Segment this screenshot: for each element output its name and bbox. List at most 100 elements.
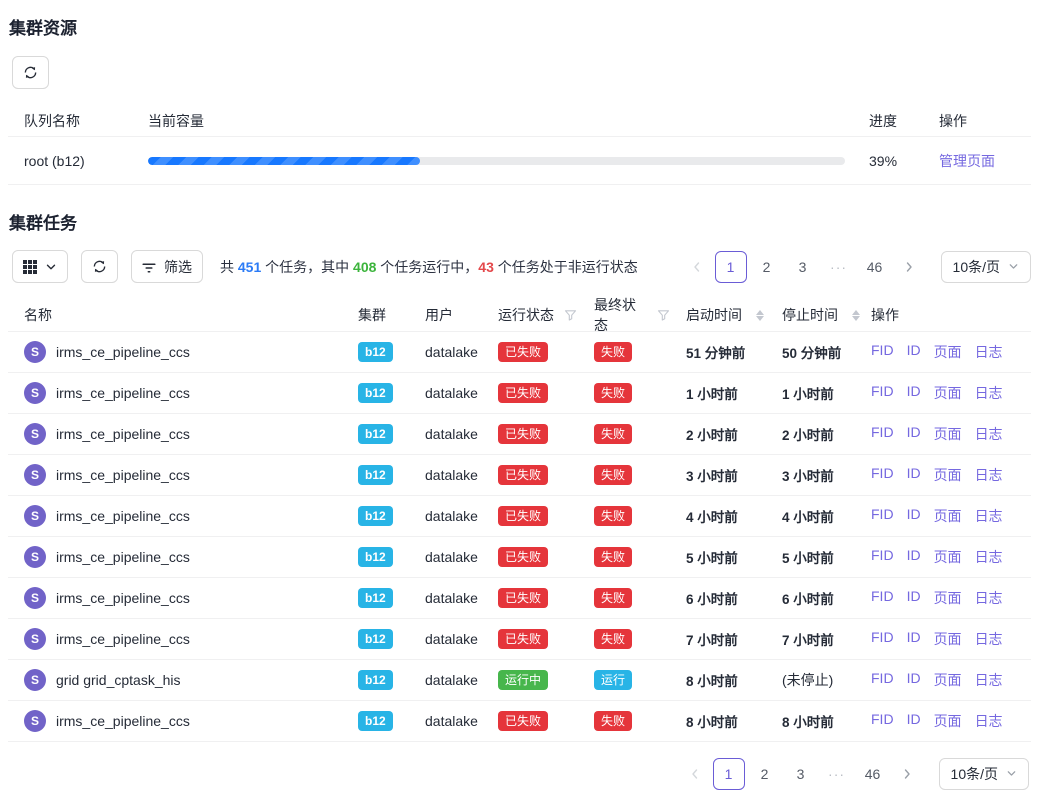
op-link-id[interactable]: ID [907, 670, 921, 690]
task-name: irms_ce_pipeline_ccs [56, 631, 190, 647]
op-link-log[interactable]: 日志 [975, 465, 1003, 485]
pagination-pages: 123···46 [713, 758, 889, 790]
running-count: 408 [353, 259, 376, 275]
op-link-id[interactable]: ID [907, 424, 921, 444]
page-size-select[interactable]: 10条/页 [941, 251, 1031, 283]
chevron-left-icon[interactable] [683, 252, 711, 282]
filter-button[interactable]: 筛选 [131, 250, 203, 283]
pagination-page-2[interactable]: 2 [749, 758, 781, 790]
op-link-fid[interactable]: FID [871, 588, 894, 608]
final-status-tag: 失败 [594, 424, 632, 444]
op-link-page[interactable]: 页面 [934, 629, 962, 649]
op-link-fid[interactable]: FID [871, 629, 894, 649]
col-final-status: 最终状态 [594, 295, 647, 335]
op-link-fid[interactable]: FID [871, 547, 894, 567]
pagination-page-3[interactable]: 3 [787, 251, 819, 283]
op-link-id[interactable]: ID [907, 547, 921, 567]
task-ops: FID ID 页面日志 [863, 342, 1031, 362]
sorter-icon[interactable] [756, 310, 764, 321]
tasks-table: 名称 集群 用户 运行状态 最终状态 启动时间 [8, 295, 1031, 742]
avatar: S [24, 628, 46, 650]
start-time: 5 小时前 [670, 547, 766, 567]
op-link-log[interactable]: 日志 [975, 342, 1003, 362]
task-ops: FID ID 页面日志 [863, 383, 1031, 403]
op-link-log[interactable]: 日志 [975, 506, 1003, 526]
op-link-page[interactable]: 页面 [934, 342, 962, 362]
start-time: 3 小时前 [670, 465, 766, 485]
op-link-fid[interactable]: FID [871, 465, 894, 485]
pagination-page-3[interactable]: 3 [785, 758, 817, 790]
funnel-icon[interactable] [657, 309, 670, 322]
op-link-id[interactable]: ID [907, 383, 921, 403]
cluster-tag: b12 [358, 588, 393, 608]
op-link-page[interactable]: 页面 [934, 506, 962, 526]
op-link-fid[interactable]: FID [871, 383, 894, 403]
op-link-page[interactable]: 页面 [934, 670, 962, 690]
avatar: S [24, 505, 46, 527]
table-row: S irms_ce_pipeline_ccs b12 datalake 已失败 … [8, 496, 1031, 537]
pagination: 123···46 10条/页 [681, 758, 1029, 790]
column-settings-button[interactable] [12, 250, 68, 283]
manage-page-link[interactable]: 管理页面 [939, 153, 995, 169]
op-link-fid[interactable]: FID [871, 506, 894, 526]
op-link-fid[interactable]: FID [871, 670, 894, 690]
op-link-fid[interactable]: FID [871, 711, 894, 731]
cluster-tag: b12 [358, 506, 393, 526]
task-ops: FID ID 页面日志 [863, 547, 1031, 567]
op-link-log[interactable]: 日志 [975, 383, 1003, 403]
chevron-right-icon[interactable] [895, 252, 923, 282]
task-user: datalake [409, 385, 482, 401]
op-link-page[interactable]: 页面 [934, 424, 962, 444]
sorter-icon[interactable] [852, 310, 860, 321]
pagination-ellipsis: ··· [823, 251, 855, 283]
final-status-tag: 失败 [594, 506, 632, 526]
tasks-refresh-button[interactable] [81, 250, 118, 283]
op-link-page[interactable]: 页面 [934, 588, 962, 608]
resources-table-header: 队列名称 当前容量 进度 操作 [8, 105, 1031, 137]
pagination-page-1[interactable]: 1 [713, 758, 745, 790]
op-link-page[interactable]: 页面 [934, 465, 962, 485]
pagination-page-46[interactable]: 46 [859, 251, 891, 283]
op-link-page[interactable]: 页面 [934, 383, 962, 403]
pagination-page-1[interactable]: 1 [715, 251, 747, 283]
op-link-log[interactable]: 日志 [975, 547, 1003, 567]
op-link-log[interactable]: 日志 [975, 711, 1003, 731]
op-link-id[interactable]: ID [907, 711, 921, 731]
op-link-page[interactable]: 页面 [934, 711, 962, 731]
start-time: 1 小时前 [670, 383, 766, 403]
funnel-icon[interactable] [564, 309, 577, 322]
task-ops: FID ID 页面日志 [863, 670, 1031, 690]
pagination-page-46[interactable]: 46 [857, 758, 889, 790]
op-link-id[interactable]: ID [907, 629, 921, 649]
table-row: S irms_ce_pipeline_ccs b12 datalake 已失败 … [8, 455, 1031, 496]
resources-refresh-button[interactable] [12, 56, 49, 89]
run-status-tag: 已失败 [498, 506, 548, 526]
task-name: irms_ce_pipeline_ccs [56, 590, 190, 606]
op-link-id[interactable]: ID [907, 588, 921, 608]
op-link-fid[interactable]: FID [871, 424, 894, 444]
page-size-select[interactable]: 10条/页 [939, 758, 1029, 790]
tasks-table-header: 名称 集群 用户 运行状态 最终状态 启动时间 [8, 295, 1031, 332]
col-stop-time: 停止时间 [782, 305, 838, 325]
tasks-summary: 共 451 个任务，其中 408 个任务运行中，43 个任务处于非运行状态 [220, 257, 638, 277]
stop-time: 7 小时前 [766, 629, 863, 649]
chevron-down-icon [45, 261, 57, 273]
op-link-log[interactable]: 日志 [975, 629, 1003, 649]
chevron-right-icon[interactable] [893, 759, 921, 789]
task-name: irms_ce_pipeline_ccs [56, 713, 190, 729]
cluster-tag: b12 [358, 383, 393, 403]
op-link-log[interactable]: 日志 [975, 588, 1003, 608]
filter-lines-icon [142, 260, 156, 274]
final-status-tag: 失败 [594, 547, 632, 567]
op-link-page[interactable]: 页面 [934, 547, 962, 567]
op-link-id[interactable]: ID [907, 465, 921, 485]
op-link-log[interactable]: 日志 [975, 670, 1003, 690]
capacity-progress-bar [148, 157, 845, 165]
op-link-id[interactable]: ID [907, 342, 921, 362]
op-link-id[interactable]: ID [907, 506, 921, 526]
pagination-page-2[interactable]: 2 [751, 251, 783, 283]
cluster-tag: b12 [358, 465, 393, 485]
chevron-left-icon[interactable] [681, 759, 709, 789]
op-link-fid[interactable]: FID [871, 342, 894, 362]
op-link-log[interactable]: 日志 [975, 424, 1003, 444]
